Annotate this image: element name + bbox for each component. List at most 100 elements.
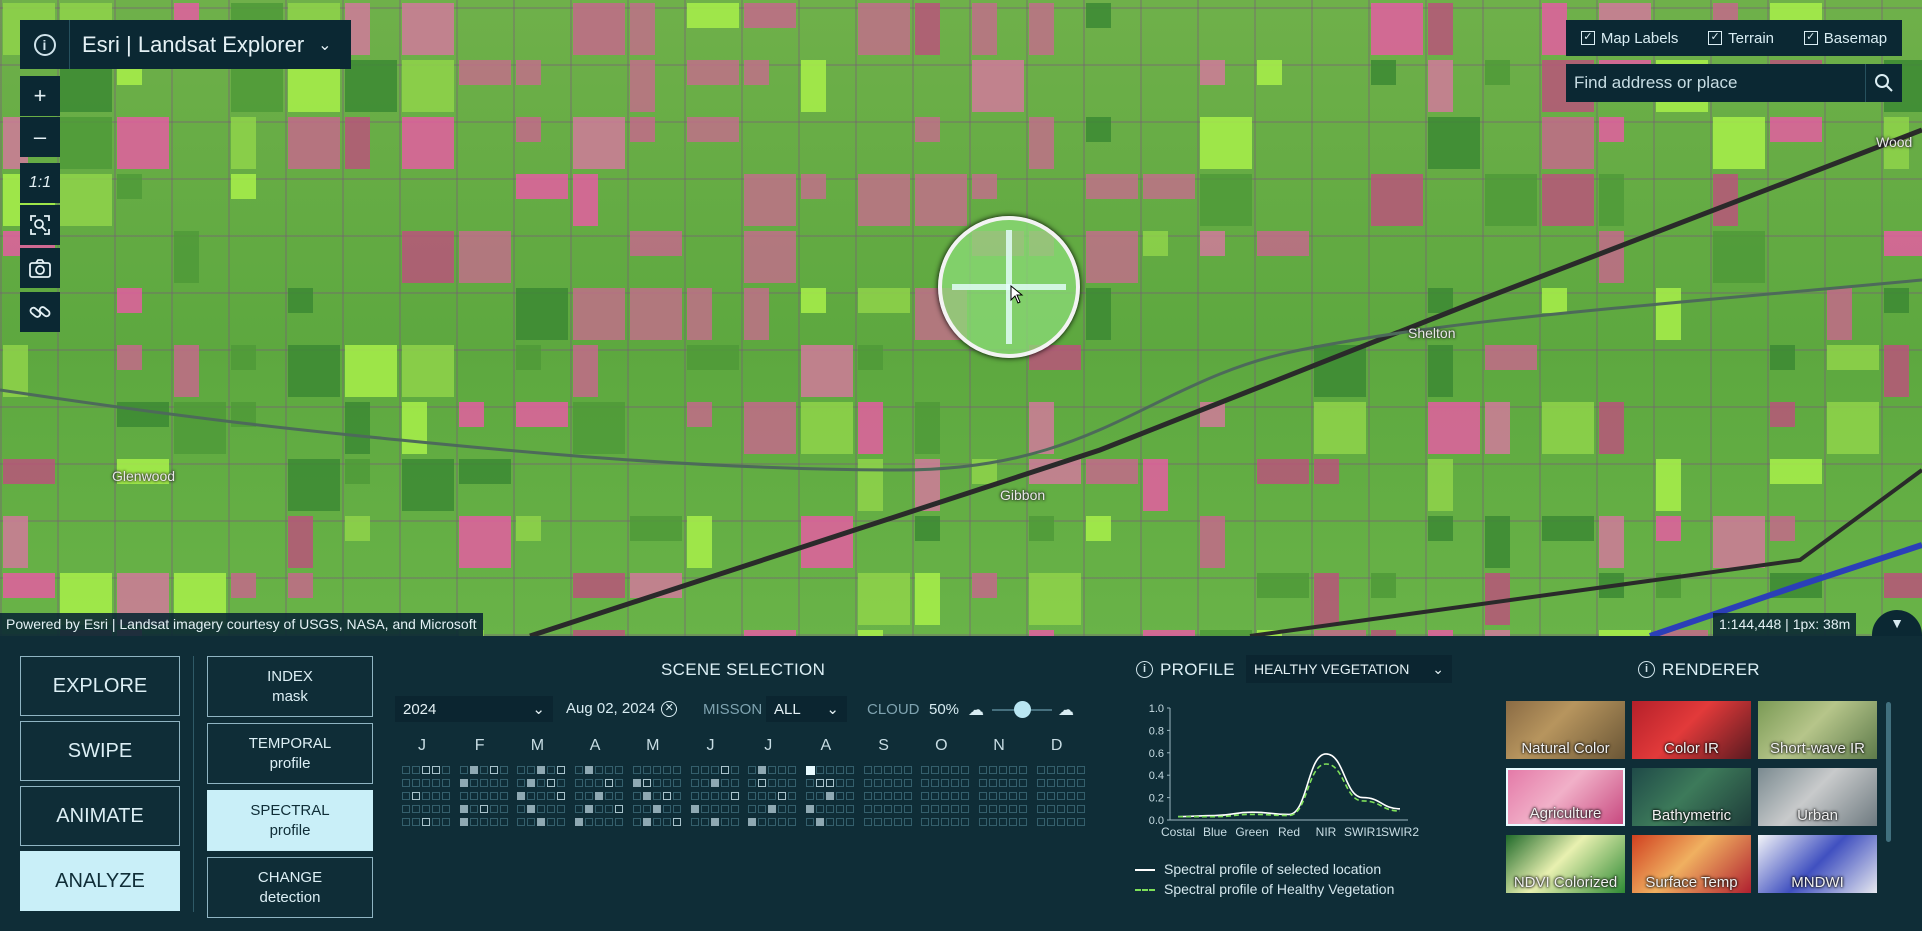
one-to-one-button[interactable]: 1:1 xyxy=(20,163,60,203)
tool-temporal-profile-button[interactable]: TEMPORAL profile xyxy=(207,723,373,784)
calendar-cell[interactable] xyxy=(825,792,834,800)
mode-swipe-button[interactable]: SWIPE xyxy=(20,721,180,781)
mode-animate-button[interactable]: ANIMATE xyxy=(20,786,180,846)
calendar-cell[interactable] xyxy=(422,818,430,826)
mission-select[interactable]: ALL ⌄ xyxy=(766,696,847,722)
renderer-tile[interactable]: Surface Temp xyxy=(1632,835,1751,893)
calendar-cell xyxy=(652,779,661,787)
calendar-cell[interactable] xyxy=(469,766,478,774)
calendar-cell[interactable] xyxy=(557,766,566,774)
calendar-cell[interactable] xyxy=(432,766,440,774)
calendar-cell[interactable] xyxy=(710,818,719,826)
calendar-cell[interactable] xyxy=(479,805,488,813)
year-select[interactable]: 2024 ⌄ xyxy=(395,696,553,722)
calendar-cell[interactable] xyxy=(459,779,468,787)
calendar-cell[interactable] xyxy=(748,818,757,826)
calendar-cell[interactable] xyxy=(662,792,671,800)
calendar-cell[interactable] xyxy=(547,779,556,787)
calendar-cell[interactable] xyxy=(642,792,651,800)
checkbox-checked-icon[interactable]: ✓ xyxy=(1803,31,1818,45)
calendar-cell[interactable] xyxy=(615,805,624,813)
calendar-cell[interactable] xyxy=(595,792,604,800)
calendar-cell[interactable] xyxy=(720,766,729,774)
calendar-cell[interactable] xyxy=(815,779,824,787)
map-view[interactable]: Glenwood Gibbon Shelton Wood i Esri | La… xyxy=(0,0,1922,636)
renderer-scrollbar[interactable] xyxy=(1886,702,1891,842)
renderer-tile-label: Short-wave IR xyxy=(1769,740,1866,757)
calendar-cell[interactable] xyxy=(652,805,661,813)
calendar-cell[interactable] xyxy=(642,818,651,826)
tool-change-detection-button[interactable]: CHANGE detection xyxy=(207,857,373,918)
calendar-cell[interactable] xyxy=(690,805,699,813)
calendar-cell xyxy=(883,792,892,800)
calendar-cell[interactable] xyxy=(459,818,468,826)
clear-date-icon[interactable]: ✕ xyxy=(661,700,678,717)
search-button[interactable] xyxy=(1865,64,1902,102)
calendar-cell[interactable] xyxy=(575,818,584,826)
chevron-down-icon[interactable]: ⌄ xyxy=(318,35,331,55)
calendar-cell[interactable] xyxy=(768,805,777,813)
calendar-cell[interactable] xyxy=(758,766,767,774)
renderer-tile[interactable]: NDVI Colorized xyxy=(1506,835,1625,893)
calendar-cell[interactable] xyxy=(585,805,594,813)
terrain-toggle[interactable]: ✓ Terrain xyxy=(1708,30,1774,47)
profile-type-select[interactable]: HEALTHY VEGETATION ⌄ xyxy=(1246,655,1452,683)
map-labels-toggle[interactable]: ✓ Map Labels xyxy=(1580,30,1678,47)
app-title-bar[interactable]: i Esri | Landsat Explorer ⌄ xyxy=(20,20,351,69)
share-link-button[interactable] xyxy=(20,292,60,332)
zoom-out-button[interactable]: – xyxy=(20,117,60,157)
calendar-cell xyxy=(730,779,739,787)
calendar-cell[interactable] xyxy=(412,792,420,800)
calendar-cell[interactable] xyxy=(805,805,814,813)
calendar-cell[interactable] xyxy=(585,766,594,774)
renderer-tile[interactable]: MNDWI xyxy=(1758,835,1877,893)
calendar-cell[interactable] xyxy=(642,779,651,787)
calendar-cell[interactable] xyxy=(537,818,546,826)
profile-info-icon[interactable]: i xyxy=(1136,659,1153,678)
info-icon: i xyxy=(33,33,56,56)
calendar-cell[interactable] xyxy=(422,766,430,774)
mode-explore-button[interactable]: EXPLORE xyxy=(20,656,180,716)
calendar-cell[interactable] xyxy=(557,792,566,800)
renderer-tile[interactable]: Agriculture xyxy=(1506,768,1625,826)
search-input[interactable] xyxy=(1566,64,1865,102)
info-button[interactable]: i xyxy=(20,20,70,69)
calendar-cell[interactable] xyxy=(730,792,739,800)
basemap-toggle[interactable]: ✓ Basemap xyxy=(1803,30,1887,47)
calendar-cell-selected[interactable] xyxy=(805,766,815,775)
calendar-cell[interactable] xyxy=(815,818,824,826)
calendar-cell[interactable] xyxy=(605,779,614,787)
calendar-cell[interactable] xyxy=(517,792,526,800)
calendar-cell xyxy=(432,792,440,800)
calendar-cell xyxy=(873,779,882,787)
calendar-cell[interactable] xyxy=(710,779,719,787)
calendar-cell xyxy=(815,792,824,800)
tool-index-mask-button[interactable]: INDEX mask xyxy=(207,656,373,717)
renderer-info-icon[interactable]: i xyxy=(1638,659,1655,678)
calendar-cell[interactable] xyxy=(527,805,536,813)
renderer-tile[interactable]: Color IR xyxy=(1632,701,1751,759)
renderer-tile[interactable]: Short-wave IR xyxy=(1758,701,1877,759)
calendar-cell[interactable] xyxy=(459,805,468,813)
renderer-tile[interactable]: Bathymetric xyxy=(1632,768,1751,826)
checkbox-checked-icon[interactable]: ✓ xyxy=(1708,31,1723,45)
calendar-cell xyxy=(479,818,488,826)
tool-spectral-profile-button[interactable]: SPECTRAL profile xyxy=(207,790,373,851)
calendar-cell[interactable] xyxy=(778,792,787,800)
calendar-cell[interactable] xyxy=(758,779,767,787)
renderer-tile[interactable]: Natural Color xyxy=(1506,701,1625,759)
cloud-slider-thumb[interactable] xyxy=(1014,701,1031,718)
calendar-cell[interactable] xyxy=(672,818,681,826)
calendar-cell[interactable] xyxy=(825,779,834,787)
calendar-cell[interactable] xyxy=(527,779,536,787)
calendar-cell[interactable] xyxy=(489,766,498,774)
zoom-extent-button[interactable] xyxy=(20,205,60,245)
magnifier-lens[interactable] xyxy=(938,216,1080,358)
calendar-cell[interactable] xyxy=(632,779,641,787)
calendar-cell[interactable] xyxy=(537,766,546,774)
mode-analyze-button[interactable]: ANALYZE xyxy=(20,851,180,911)
renderer-tile[interactable]: Urban xyxy=(1758,768,1877,826)
screenshot-button[interactable] xyxy=(20,248,60,288)
zoom-in-button[interactable]: + xyxy=(20,76,60,116)
checkbox-checked-icon[interactable]: ✓ xyxy=(1580,31,1595,45)
